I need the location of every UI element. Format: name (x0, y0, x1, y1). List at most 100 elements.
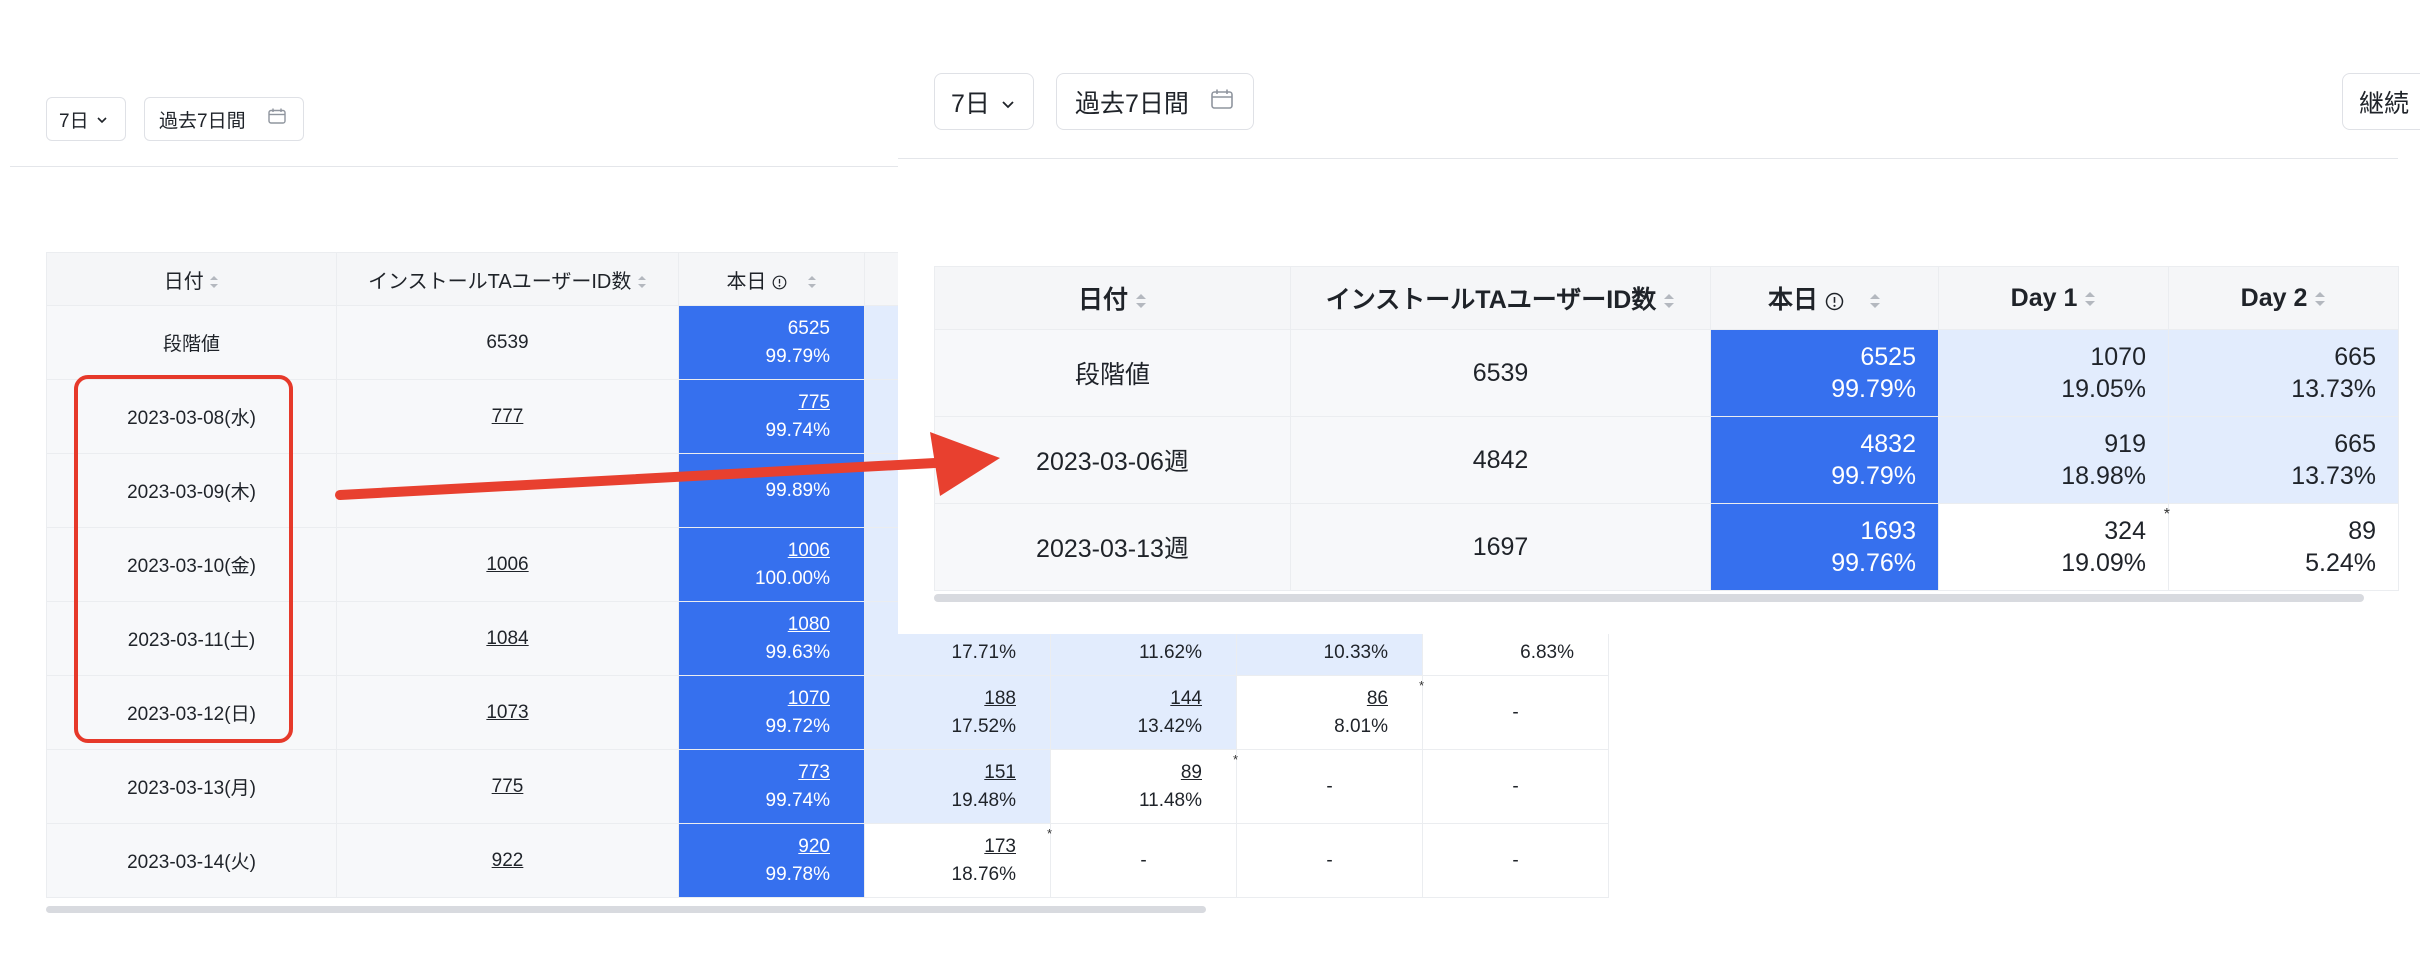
day2-count: 89 (2348, 517, 2376, 545)
day1-count-link[interactable]: 173 (865, 833, 1016, 861)
day3-count-link[interactable]: 86 (1237, 685, 1388, 713)
day4-cell: - (1422, 749, 1609, 824)
day1-count-link[interactable]: 151 (865, 759, 1016, 787)
day2-count: 665 (2334, 343, 2376, 371)
day1-count: 919 (2104, 430, 2146, 458)
column-header-day2[interactable]: Day 2 (2168, 266, 2399, 330)
installs-cell: 6539 (336, 305, 679, 380)
installs-cell: 1006 (336, 527, 679, 602)
incomplete-marker: * (2163, 506, 2170, 523)
day1-cell: 919 18.98% (1938, 416, 2169, 504)
day2-rate: 13.73% (2291, 462, 2376, 490)
table-row: 2023-03-06週 4842 4832 99.79% 919 18.98% … (934, 416, 2399, 504)
installs-cell: 1073 (336, 675, 679, 750)
installs-cell: 6539 (1290, 329, 1711, 417)
day2-rate: 13.42% (1137, 715, 1202, 737)
day2-count-link[interactable]: 144 (1051, 685, 1202, 713)
period-select[interactable]: 7日 (46, 97, 126, 141)
incomplete-marker: * (1418, 678, 1424, 693)
today-count-link[interactable]: 920 (679, 833, 830, 861)
period-select[interactable]: 7日 (934, 73, 1034, 130)
sort-icon[interactable] (2314, 289, 2326, 309)
today-count: 6525 (1860, 343, 1916, 371)
installs-link[interactable]: 1084 (486, 628, 528, 649)
table-row: 2023-03-14(火) 922 920 99.78% 173 18.76% … (46, 823, 1609, 898)
day2-rate: 5.24% (2305, 549, 2376, 577)
installs-cell (336, 453, 679, 528)
table-header-row: 日付 インストールTAユーザーID数 本日 Day 1 Day 2 (934, 266, 2399, 330)
today-count-link[interactable]: 1006 (679, 537, 830, 565)
today-cell: 1080 99.63% (678, 601, 865, 676)
installs-link[interactable]: 922 (492, 850, 524, 871)
column-header-date[interactable]: 日付 (46, 252, 337, 306)
incomplete-marker: * (1232, 752, 1238, 767)
column-header-date[interactable]: 日付 (934, 266, 1291, 330)
sort-icon[interactable] (1869, 291, 1881, 311)
column-header-today[interactable]: 本日 (1710, 266, 1939, 330)
weekly-retention-right-panel: 7日 過去7日間 継続 日付 インストールTAユーザーID数 本日 Day 1 … (898, 0, 2420, 634)
today-rate: 99.74% (765, 789, 830, 811)
day4-rate: 6.83% (1520, 641, 1574, 663)
day3-cell: - (1236, 823, 1423, 898)
chevron-down-icon (97, 108, 107, 130)
info-icon[interactable] (772, 275, 787, 290)
installs-link[interactable]: 775 (492, 776, 524, 797)
sort-icon[interactable] (209, 274, 219, 290)
info-icon[interactable] (1825, 292, 1844, 311)
date-range-picker[interactable]: 過去7日間 (1056, 73, 1254, 130)
horizontal-scrollbar[interactable] (46, 906, 1206, 913)
day2-cell: 665 13.73% (2168, 416, 2399, 504)
today-cell: 1693 99.76% (1710, 503, 1939, 591)
sort-icon[interactable] (2084, 289, 2096, 309)
incomplete-marker: * (1046, 826, 1052, 841)
column-header-installs-label: インストールTAユーザーID数 (368, 270, 632, 293)
day1-cell: 151 19.48% (864, 749, 1051, 824)
installs-cell: 1084 (336, 601, 679, 676)
column-header-today[interactable]: 本日 (678, 252, 865, 306)
today-rate: 99.63% (765, 641, 830, 663)
today-cell: 4832 99.79% (1710, 416, 1939, 504)
table-row: 段階値 6539 6525 99.79% 1070 19.05% 665 13.… (934, 329, 2399, 417)
today-cell: 1006 100.00% (678, 527, 865, 602)
day1-rate: 17.71% (951, 641, 1016, 663)
sort-icon[interactable] (1135, 291, 1147, 311)
sort-icon[interactable] (807, 274, 817, 290)
date-cell: 段階値 (46, 305, 337, 380)
continue-button[interactable]: 継続 (2342, 73, 2420, 130)
installs-link[interactable]: 1006 (486, 554, 528, 575)
column-header-installs-label: インストールTAユーザーID数 (1325, 286, 1657, 314)
day2-rate: 13.73% (2291, 375, 2376, 403)
day1-count-link[interactable]: 188 (865, 685, 1016, 713)
day1-cell: 173 18.76% * (864, 823, 1052, 898)
sort-icon[interactable] (637, 274, 647, 290)
day2-count-link[interactable]: 89 (1051, 759, 1202, 787)
today-count-link[interactable]: 1070 (679, 685, 830, 713)
installs-link[interactable]: 1073 (486, 702, 528, 723)
today-rate: 99.79% (1831, 462, 1916, 490)
installs-cell: 775 (336, 749, 679, 824)
continue-button-label: 継続 (2359, 89, 2410, 118)
installs-link[interactable]: 777 (492, 406, 524, 427)
column-header-installs[interactable]: インストールTAユーザーID数 (336, 252, 679, 306)
date-range-label: 過去7日間 (159, 110, 246, 132)
day1-rate: 17.52% (951, 715, 1016, 737)
today-count-link[interactable]: 1080 (679, 611, 830, 639)
column-header-installs[interactable]: インストールTAユーザーID数 (1290, 266, 1711, 330)
day2-cell: 89 5.24% (2168, 503, 2399, 591)
date-range-picker[interactable]: 過去7日間 (144, 97, 304, 141)
day1-rate: 19.05% (2061, 375, 2146, 403)
today-cell: 920 99.78% (678, 823, 865, 898)
date-cell: 2023-03-13(月) (46, 749, 337, 824)
header-divider (898, 158, 2398, 159)
installs-cell: 4842 (1290, 416, 1711, 504)
column-header-day1[interactable]: Day 1 (1938, 266, 2169, 330)
sort-icon[interactable] (1663, 291, 1675, 311)
today-count-link[interactable]: 773 (679, 759, 830, 787)
day3-rate: 8.01% (1334, 715, 1388, 737)
today-count-link[interactable]: 775 (679, 389, 830, 417)
day2-cell: 144 13.42% (1050, 675, 1237, 750)
day1-rate: 19.09% (2061, 549, 2146, 577)
horizontal-scrollbar[interactable] (934, 594, 2364, 602)
calendar-icon (1211, 87, 1233, 116)
day1-rate: 19.48% (951, 789, 1016, 811)
